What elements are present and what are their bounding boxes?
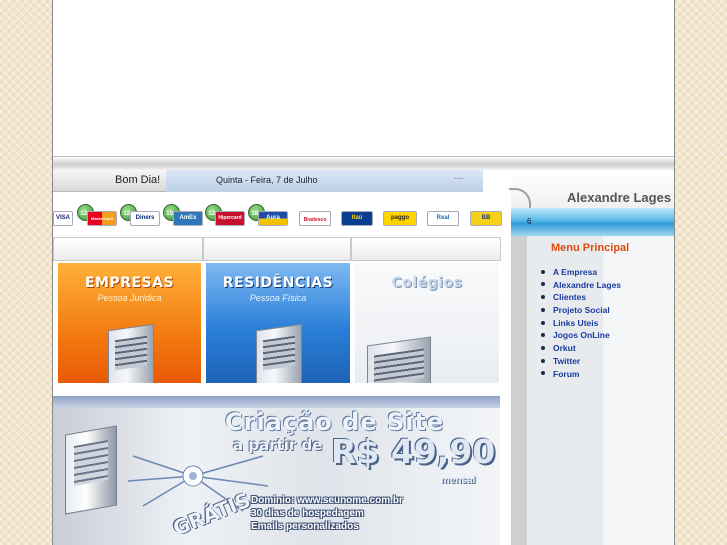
aura-card-icon: Aura: [258, 211, 288, 226]
bullet-icon: [541, 371, 545, 376]
server-icon: [65, 425, 117, 515]
greeting-bar: Bom Dia! Quinta - Feira, 7 de Julho ---: [53, 170, 483, 192]
greeting-text: Bom Dia!: [115, 174, 161, 186]
banner-price: R$ 49,90: [331, 432, 496, 471]
bullet-icon: [541, 269, 545, 274]
right-sidebar: Alexandre Lages 6 Menu Principal A Empre…: [509, 170, 674, 545]
server-icon: [108, 323, 154, 383]
banner-offer-line: 30 dias de hospedagem: [251, 508, 364, 519]
visa-card-icon: VISA: [53, 211, 73, 226]
bullet-icon: [541, 333, 545, 338]
server-icon: [367, 336, 431, 383]
menu-item-forum[interactable]: Forum: [541, 368, 621, 381]
site-creation-banner[interactable]: Criação de Site a partir de R$ 49,90 men…: [53, 396, 500, 545]
mastercard-icon: MasterCard: [87, 211, 117, 226]
banco-do-brasil-icon: BB: [470, 211, 502, 226]
service-tab[interactable]: [53, 237, 203, 261]
diners-card-icon: Diners: [130, 211, 160, 226]
service-tab[interactable]: [203, 237, 351, 261]
menu-item-twitter[interactable]: Twitter: [541, 355, 621, 368]
main-menu: A Empresa Alexandre Lages Clientes Proje…: [541, 266, 621, 380]
bradesco-bank-icon: Bradesco: [299, 211, 331, 226]
header-blank-area: [53, 0, 674, 156]
banner-top-bar: [53, 396, 500, 408]
residencias-tile[interactable]: RESIDÊNCIAS Pessoa Física: [206, 263, 350, 383]
menu-item-clientes[interactable]: Clientes: [541, 291, 621, 304]
colegios-tile[interactable]: Colégios: [355, 263, 499, 383]
menu-title: Menu Principal: [551, 242, 630, 254]
amex-card-icon: AmEx: [173, 211, 203, 226]
tile-title: RESIDÊNCIAS: [222, 275, 334, 291]
service-tabs-row: [53, 237, 501, 261]
server-icon: [256, 323, 302, 383]
paggo-icon: paggo: [383, 211, 417, 226]
menu-item-jogos-online[interactable]: Jogos OnLine: [541, 329, 621, 342]
bullet-icon: [541, 307, 545, 312]
real-bank-icon: Real: [427, 211, 459, 226]
payment-methods-strip: VISA 12x MasterCard 12x Diners 15x AmEx …: [53, 203, 511, 235]
banner-offer-lines: Dominio: www.seunome.com.br 30 dias de h…: [251, 494, 403, 533]
hipercard-icon: Hipercard: [215, 211, 245, 226]
sidebar-blue-band: 6: [511, 208, 674, 236]
page-container: Bom Dia! Quinta - Feira, 7 de Julho --- …: [52, 0, 675, 545]
site-name: Alexandre Lages: [567, 190, 672, 205]
menu-item-orkut[interactable]: Orkut: [541, 342, 621, 355]
tile-subtitle: Pessoa Física: [249, 293, 307, 303]
menu-item-alexandre-lages[interactable]: Alexandre Lages: [541, 279, 621, 292]
band-text: 6: [527, 217, 532, 226]
tile-title: EMPRESAS: [84, 275, 175, 291]
banner-from-text: a partir de: [233, 436, 323, 454]
tile-title: Colégios: [391, 275, 463, 291]
date-bar: Quinta - Feira, 7 de Julho ---: [166, 170, 483, 192]
date-text: Quinta - Feira, 7 de Julho: [216, 175, 318, 185]
bullet-icon: [541, 358, 545, 363]
bullet-icon: [541, 295, 545, 300]
itau-bank-icon: Itaú: [341, 211, 373, 226]
banner-offer-line: Dominio: www.seunome.com.br: [251, 495, 403, 506]
date-trail: ---: [454, 173, 463, 183]
banner-period: mensal: [441, 475, 476, 486]
banner-offer-line: Emails personalizados: [251, 521, 359, 532]
menu-item-a-empresa[interactable]: A Empresa: [541, 266, 621, 279]
bullet-icon: [541, 320, 545, 325]
menu-item-projeto-social[interactable]: Projeto Social: [541, 304, 621, 317]
menu-item-links-uteis[interactable]: Links Uteis: [541, 317, 621, 330]
bullet-icon: [541, 282, 545, 287]
tile-subtitle: Pessoa Jurídica: [97, 293, 162, 303]
header-divider: [53, 156, 674, 170]
empresas-tile[interactable]: EMPRESAS Pessoa Jurídica: [58, 263, 201, 383]
service-tab[interactable]: [351, 237, 501, 261]
bullet-icon: [541, 345, 545, 350]
